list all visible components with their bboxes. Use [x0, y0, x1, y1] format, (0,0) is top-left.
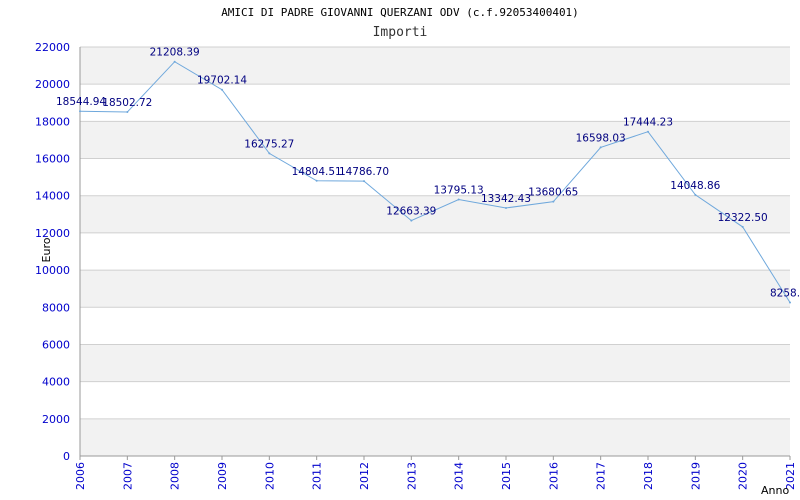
data-point	[410, 219, 413, 222]
x-tick-label: 2014	[453, 462, 466, 490]
data-point	[789, 301, 791, 304]
grid-band	[80, 418, 790, 456]
data-point	[268, 152, 271, 155]
data-label: 12663.39	[386, 206, 436, 218]
data-label: 16598.03	[576, 132, 626, 144]
y-tick-label: 8000	[42, 301, 70, 314]
y-axis-label: Euro	[40, 237, 53, 262]
data-point	[599, 146, 602, 149]
x-tick-label: 2011	[311, 462, 324, 490]
data-label: 13342.43	[481, 193, 531, 205]
data-label: 13795.13	[434, 185, 484, 197]
data-label: 12322.50	[718, 212, 768, 224]
data-point	[126, 111, 129, 114]
y-tick-label: 20000	[35, 78, 70, 91]
data-point	[552, 200, 555, 203]
x-tick-label: 2007	[121, 462, 134, 490]
data-point	[221, 88, 223, 91]
data-point	[647, 130, 649, 133]
y-tick-label: 22000	[35, 41, 70, 54]
data-point	[173, 60, 176, 63]
data-point	[79, 110, 81, 113]
data-label: 18544.94	[56, 96, 106, 108]
data-label: 18502.72	[102, 97, 152, 109]
data-point	[505, 206, 507, 209]
x-tick-label: 2019	[689, 462, 702, 490]
data-point	[315, 179, 318, 182]
y-tick-label: 14000	[35, 190, 70, 203]
x-tick-label: 2008	[169, 462, 182, 490]
x-axis-label: Anno	[761, 484, 789, 497]
data-label: 21208.39	[150, 47, 200, 59]
x-tick-label: 2013	[405, 462, 418, 490]
data-point	[457, 198, 460, 201]
y-tick-label: 10000	[35, 264, 70, 277]
y-tick-label: 4000	[42, 376, 70, 389]
y-tick-label: 16000	[35, 153, 70, 166]
y-tick-label: 6000	[42, 338, 70, 351]
data-point	[694, 193, 697, 196]
data-label: 13680.65	[528, 187, 578, 199]
y-tick-label: 2000	[42, 413, 70, 426]
grid-band	[80, 121, 790, 159]
grid-band	[80, 270, 790, 308]
x-tick-label: 2015	[500, 462, 513, 490]
data-label: 8258.8	[770, 287, 800, 299]
data-point	[741, 225, 744, 228]
x-tick-label: 2020	[737, 462, 750, 490]
y-tick-label: 18000	[35, 115, 70, 128]
x-tick-label: 2017	[595, 462, 608, 490]
data-label: 19702.14	[197, 75, 247, 87]
data-point	[363, 180, 365, 183]
x-tick-label: 2012	[358, 462, 371, 490]
data-label: 14804.51	[292, 166, 342, 178]
x-tick-label: 2018	[642, 462, 655, 490]
chart-plot: 0200040006000800010000120001400016000180…	[35, 41, 800, 497]
chart: AMICI DI PADRE GIOVANNI QUERZANI ODV (c.…	[0, 0, 800, 500]
x-tick-label: 2010	[263, 462, 276, 490]
data-label: 16275.27	[244, 138, 294, 150]
x-tick-label: 2006	[74, 462, 87, 490]
grid-band	[80, 344, 790, 382]
data-label: 17444.23	[623, 117, 673, 129]
data-label: 14048.86	[670, 180, 720, 192]
y-tick-label: 0	[63, 450, 70, 463]
x-tick-label: 2009	[216, 462, 229, 490]
data-label: 14786.70	[339, 166, 389, 178]
x-tick-label: 2016	[547, 462, 560, 490]
